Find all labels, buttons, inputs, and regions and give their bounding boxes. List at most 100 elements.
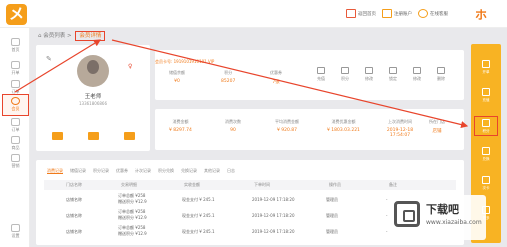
call-button[interactable] bbox=[88, 132, 99, 140]
user-icon bbox=[382, 9, 392, 18]
register-link[interactable]: 注册账户 bbox=[382, 9, 412, 18]
pencil-icon bbox=[413, 67, 421, 74]
column-header: 交易明细 bbox=[121, 182, 137, 187]
list-icon bbox=[11, 118, 20, 126]
tab-points[interactable]: 积分记录 bbox=[93, 168, 109, 173]
card-icon bbox=[482, 176, 490, 184]
tab-recharge[interactable]: 储值记录 bbox=[70, 168, 86, 173]
summary-card: 消费金额 ¥ 8297.74 消费次数 90 平均消费金额 ¥ 920.87 消费优惠… bbox=[155, 109, 464, 150]
points-icon bbox=[341, 67, 349, 74]
quick-label: 次卡 bbox=[482, 186, 490, 190]
tab-count[interactable]: 计次记录 bbox=[135, 168, 151, 173]
quick-label: 充值 bbox=[482, 98, 490, 102]
cell-amount: 现金支付 ¥ 245.1 bbox=[182, 229, 215, 234]
quick-recharge-button[interactable]: 充值 bbox=[474, 86, 498, 106]
cell-time: 2019-12-09 17:18:20 bbox=[252, 213, 295, 218]
quick-points-button[interactable]: 积分 bbox=[474, 116, 498, 136]
sidebar-item-settings[interactable]: 设置 bbox=[3, 222, 28, 243]
action-edit[interactable]: 修改 bbox=[365, 67, 373, 82]
tab-log[interactable]: 日志 bbox=[227, 168, 235, 173]
summary-last-time: 上次消费时间 2019-12-18 17:54:07 bbox=[380, 119, 420, 138]
cell-store: 店铺名称 bbox=[66, 213, 82, 218]
quick-card-button[interactable]: 次卡 bbox=[474, 174, 498, 194]
cell-detail: 赠送积分 ¥12.9 bbox=[118, 199, 147, 204]
sidebar-item-home[interactable]: 首页 bbox=[3, 36, 28, 57]
sidebar-item-label: 商品 bbox=[11, 145, 20, 150]
tab-consumption[interactable]: 消费记录 bbox=[47, 168, 63, 174]
breadcrumb-parent[interactable]: 会员列表 bbox=[43, 33, 65, 39]
column-header: 门店名称 bbox=[66, 182, 82, 187]
member-phone: 13361806866 bbox=[79, 101, 107, 106]
tab-other[interactable]: 其他记录 bbox=[204, 168, 220, 173]
sidebar-item-members[interactable]: 会员 bbox=[2, 94, 29, 116]
stat-label: 积分 bbox=[224, 70, 233, 75]
tab-exchange-records[interactable]: 兑换记录 bbox=[181, 168, 197, 173]
column-header: 下单时间 bbox=[254, 182, 270, 187]
cell-note: - bbox=[386, 197, 388, 202]
action-label: 充值 bbox=[317, 76, 325, 81]
table-header: 门店名称 交易明细 实收金额 下单时间 操作员 备注 bbox=[44, 180, 456, 190]
cell-operator: 管理员 bbox=[326, 213, 338, 218]
summary-label: 消费次数 bbox=[225, 119, 241, 124]
tab-exchange[interactable]: 积分兑换 bbox=[158, 168, 174, 173]
summary-label: 平均消费金额 bbox=[275, 119, 299, 124]
sidebar-item-label: 会员 bbox=[11, 106, 20, 111]
member-name: 王老师 bbox=[84, 94, 102, 100]
summary-average: 平均消费金额 ¥ 920.87 bbox=[275, 119, 299, 133]
quick-checkout-button[interactable]: 开单 bbox=[474, 58, 498, 78]
sidebar-item-label: 设置 bbox=[11, 233, 20, 238]
action-label: 修改 bbox=[365, 76, 373, 81]
summary-store: 所在门店 店铺 bbox=[429, 119, 445, 134]
gear-icon bbox=[11, 224, 20, 232]
edit-icon[interactable]: ✎ bbox=[46, 55, 52, 63]
home-link-label: 返回首页 bbox=[358, 11, 376, 17]
quick-label: 积分 bbox=[482, 129, 490, 133]
user-avatar-button[interactable]: ホ bbox=[475, 6, 487, 23]
message-button[interactable] bbox=[52, 132, 63, 140]
action-delete[interactable]: 删除 bbox=[437, 67, 445, 82]
breadcrumb-separator: > bbox=[67, 33, 72, 39]
cell-note: - bbox=[386, 229, 388, 234]
cell-amount: 现金支付 ¥ 245.1 bbox=[182, 197, 215, 202]
profile-card: ✎ ♀ 王老师 13361806866 bbox=[36, 45, 150, 151]
gender-icon: ♀ bbox=[128, 63, 133, 70]
summary-label: 所在门店 bbox=[429, 119, 445, 124]
action-label: 锁定 bbox=[389, 76, 397, 81]
cell-time: 2019-12-09 17:18:20 bbox=[252, 229, 295, 234]
trash-icon bbox=[437, 67, 445, 74]
column-header: 操作员 bbox=[329, 182, 341, 187]
sidebar-item-checkout[interactable]: 开单 bbox=[3, 59, 28, 80]
quick-label: 开单 bbox=[482, 70, 490, 74]
lock-icon bbox=[389, 67, 397, 74]
watermark: 下载吧 www.xiazaiba.com bbox=[390, 195, 486, 240]
cell-detail: 赠送积分 ¥12.9 bbox=[118, 215, 147, 220]
summary-value: 店铺 bbox=[432, 129, 442, 134]
stat-balance: 储值余额 ¥0 bbox=[169, 70, 185, 84]
home-icon[interactable]: ⌂ bbox=[38, 33, 42, 39]
cell-note: - bbox=[386, 213, 388, 218]
cell-store: 店铺名称 bbox=[66, 197, 82, 202]
support-link[interactable]: 在线客服 bbox=[418, 9, 448, 18]
edit-icon bbox=[365, 67, 373, 74]
quick-exchange-button[interactable]: 兑换 bbox=[474, 145, 498, 165]
summary-discount: 消费优惠金额 ¥ 1803.03.221 bbox=[327, 119, 360, 133]
cell-detail: 赠送积分 ¥12.9 bbox=[118, 231, 147, 236]
summary-label: 上次消费时间 bbox=[388, 119, 412, 124]
register-link-label: 注册账户 bbox=[394, 11, 412, 17]
tab-coupons[interactable]: 优惠券 bbox=[116, 168, 128, 173]
avatar bbox=[77, 55, 109, 87]
action-lock[interactable]: 锁定 bbox=[389, 67, 397, 82]
record-tabs: 消费记录 储值记录 积分记录 优惠券 计次记录 积分兑换 兑换记录 其他记录 日志 bbox=[47, 168, 242, 174]
app-logo[interactable]: メ bbox=[6, 4, 27, 25]
action-points[interactable]: 积分 bbox=[341, 67, 349, 82]
sidebar-item-label: 首页 bbox=[11, 47, 20, 52]
card-number-tag: 会员卡号: 1919101910101 VIP bbox=[155, 59, 215, 64]
sidebar-item-marketing[interactable]: 营销 bbox=[3, 152, 28, 173]
quick-label: 兑换 bbox=[482, 157, 490, 161]
member-icon bbox=[11, 97, 20, 105]
home-link[interactable]: 返回首页 bbox=[346, 9, 376, 18]
action-recharge[interactable]: 充值 bbox=[317, 67, 325, 82]
sidebar-item-label: 订单 bbox=[11, 127, 20, 132]
action-modify[interactable]: 修改 bbox=[413, 67, 421, 82]
gift-button[interactable] bbox=[124, 132, 135, 140]
